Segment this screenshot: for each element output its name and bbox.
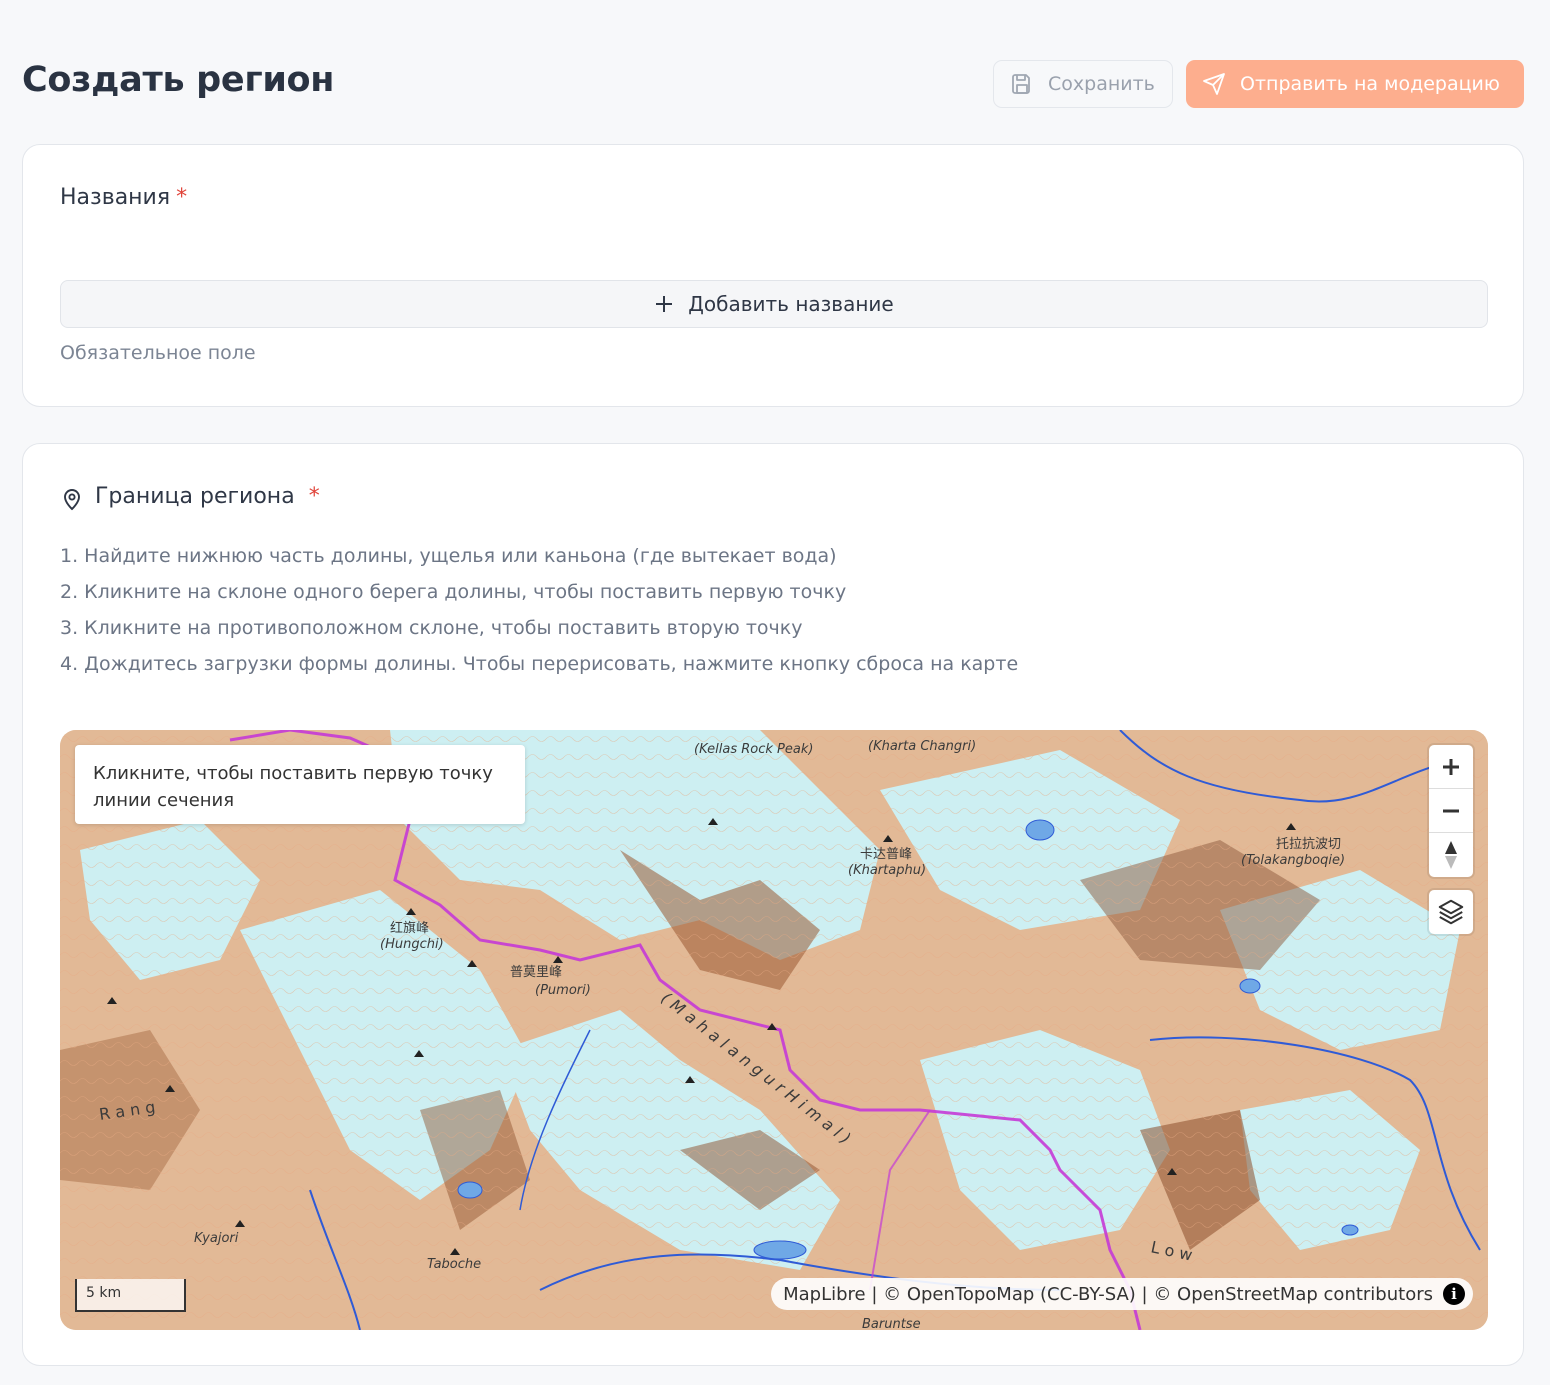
names-label: Названия *	[60, 185, 188, 210]
zoom-out-button[interactable]	[1429, 789, 1473, 833]
map-pin-icon	[64, 489, 80, 511]
region-border-card: Граница региона * 1. Найдите нижнюю часть…	[22, 443, 1524, 1366]
map-zoom-controls	[1429, 745, 1473, 877]
info-icon[interactable]: i	[1443, 1283, 1465, 1305]
map-label-khartaphu-cn: 卡达普峰	[860, 847, 912, 862]
map-label-kharta-changri: (Kharta Changri)	[868, 739, 976, 754]
page-title: Создать регион	[22, 60, 335, 100]
save-button-label: Сохранить	[1048, 73, 1155, 95]
region-border-label: Граница региона *	[95, 484, 320, 509]
map-attribution: MapLibre | © OpenTopoMap (CC-BY-SA) | © …	[771, 1278, 1473, 1310]
compass-button[interactable]	[1429, 833, 1473, 877]
instruction-step: 2. Кликните на склоне одного берега доли…	[60, 581, 847, 603]
compass-icon	[1445, 841, 1457, 869]
map-label-pumori: (Pumori)	[535, 983, 591, 998]
map-label-kyajori: Kyajori	[194, 1231, 239, 1246]
map-label-kellas: (Kellas Rock Peak)	[694, 742, 813, 757]
map-tooltip: Кликните, чтобы поставить первую точку л…	[75, 745, 525, 824]
layers-icon	[1438, 899, 1464, 925]
map-scale-bar: 5 km	[75, 1279, 186, 1312]
map-label-hungchi: (Hungchi)	[380, 937, 444, 952]
instruction-step: 3. Кликните на противоположном склоне, ч…	[60, 617, 803, 639]
save-button[interactable]: Сохранить	[993, 60, 1173, 108]
map-label-tolakang: (Tolakangboqie)	[1241, 853, 1345, 868]
save-icon	[1012, 74, 1030, 94]
add-name-label: Добавить название	[688, 292, 894, 316]
instructions-list: 1. Найдите нижнюю часть долины, ущелья и…	[60, 538, 1018, 682]
attribution-text: MapLibre | © OpenTopoMap (CC-BY-SA) | © …	[783, 1283, 1433, 1305]
send-icon	[1203, 73, 1225, 95]
topo-map[interactable]: (Kellas Rock Peak) (Kharta Changri) 卡达普峰…	[60, 730, 1488, 1330]
names-card: Названия * Добавить название Обязательное…	[22, 144, 1524, 407]
send-to-moderation-button[interactable]: Отправить на модерацию	[1186, 60, 1524, 108]
add-name-button[interactable]: Добавить название	[60, 280, 1488, 328]
layers-button[interactable]	[1429, 890, 1473, 934]
plus-icon	[1443, 758, 1459, 775]
map-label-taboche: Taboche	[427, 1257, 481, 1272]
send-button-label: Отправить на модерацию	[1240, 73, 1500, 95]
required-mark: *	[176, 185, 188, 210]
zoom-in-button[interactable]	[1429, 745, 1473, 789]
instruction-step: 4. Дождитесь загрузки формы долины. Чтоб…	[60, 653, 1019, 675]
map-label-hungchi-cn: 红旗峰	[390, 920, 429, 936]
map-label-pumori-cn: 普莫里峰	[510, 965, 562, 980]
map-label-tolakang-cn: 托拉抗波切	[1276, 837, 1341, 852]
map-label-khartaphu: (Khartaphu)	[848, 863, 926, 878]
instruction-step: 1. Найдите нижнюю часть долины, ущелья и…	[60, 545, 837, 567]
minus-icon	[1443, 809, 1459, 812]
plus-icon	[656, 296, 673, 312]
required-mark: *	[308, 484, 320, 509]
map-label-baruntse: Baruntse	[862, 1317, 921, 1330]
required-field-hint: Обязательное поле	[60, 342, 256, 364]
